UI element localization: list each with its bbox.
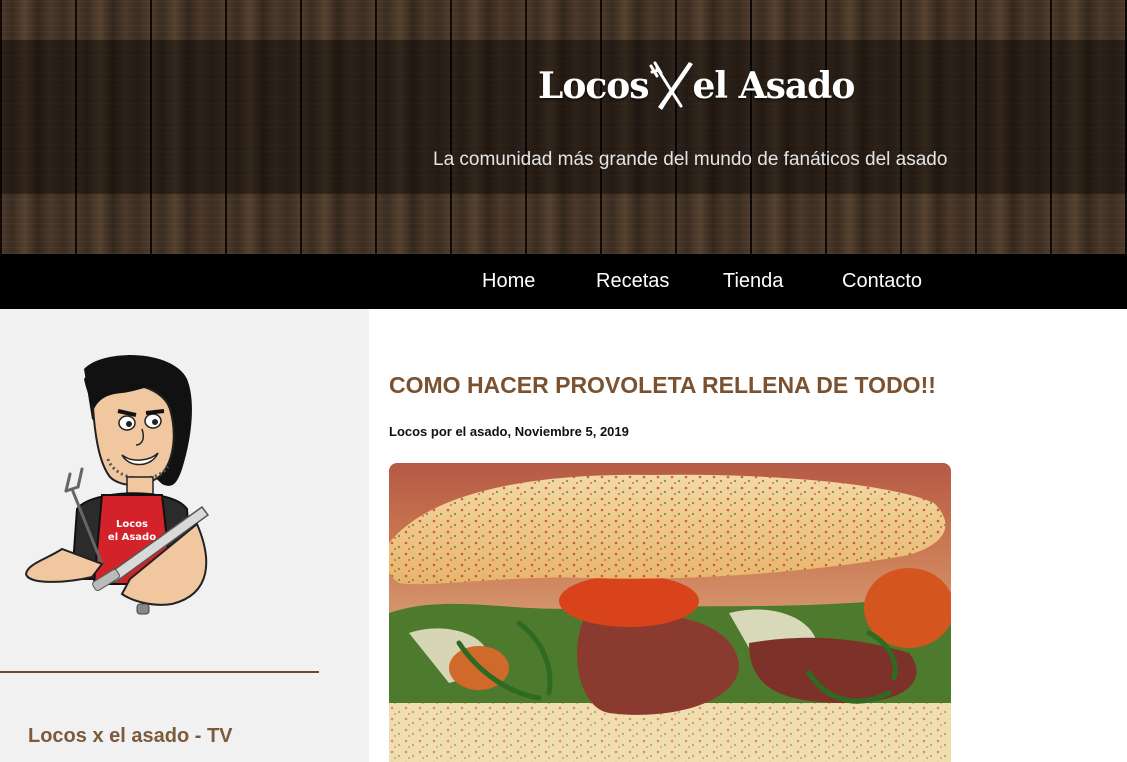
mascot-illustration: Locos el Asado (24, 355, 210, 615)
logo-text-left: Locos (538, 65, 650, 107)
logo-text-right: el Asado (692, 65, 856, 107)
apron-text-line1: Locos (116, 519, 148, 530)
post-title[interactable]: COMO HACER PROVOLETA RELLENA DE TODO!! (389, 372, 936, 399)
site-header: Locos el Asado La comunidad más grande d… (0, 0, 1127, 254)
main-nav: Home Recetas Tienda Contacto (0, 254, 1127, 309)
provoleta-photo (389, 463, 951, 762)
apron-text-line2: el Asado (108, 532, 156, 543)
site-logo[interactable]: Locos el Asado (538, 58, 856, 114)
site-tagline: La comunidad más grande del mundo de fan… (433, 149, 948, 170)
post-image-provoleta[interactable] (389, 463, 951, 762)
post-meta: Locos por el asado, Noviembre 5, 2019 (389, 424, 629, 439)
nav-recetas[interactable]: Recetas (596, 270, 669, 293)
nav-home[interactable]: Home (482, 270, 535, 293)
sidebar-divider (0, 671, 319, 673)
sidebar-tv-heading: Locos x el asado - TV (28, 725, 233, 747)
nav-contacto[interactable]: Contacto (842, 270, 922, 293)
crossed-fork-knife-icon (649, 61, 693, 110)
nav-tienda[interactable]: Tienda (723, 270, 783, 293)
sidebar: Locos el Asado Locos x el asado - TV (0, 309, 369, 762)
